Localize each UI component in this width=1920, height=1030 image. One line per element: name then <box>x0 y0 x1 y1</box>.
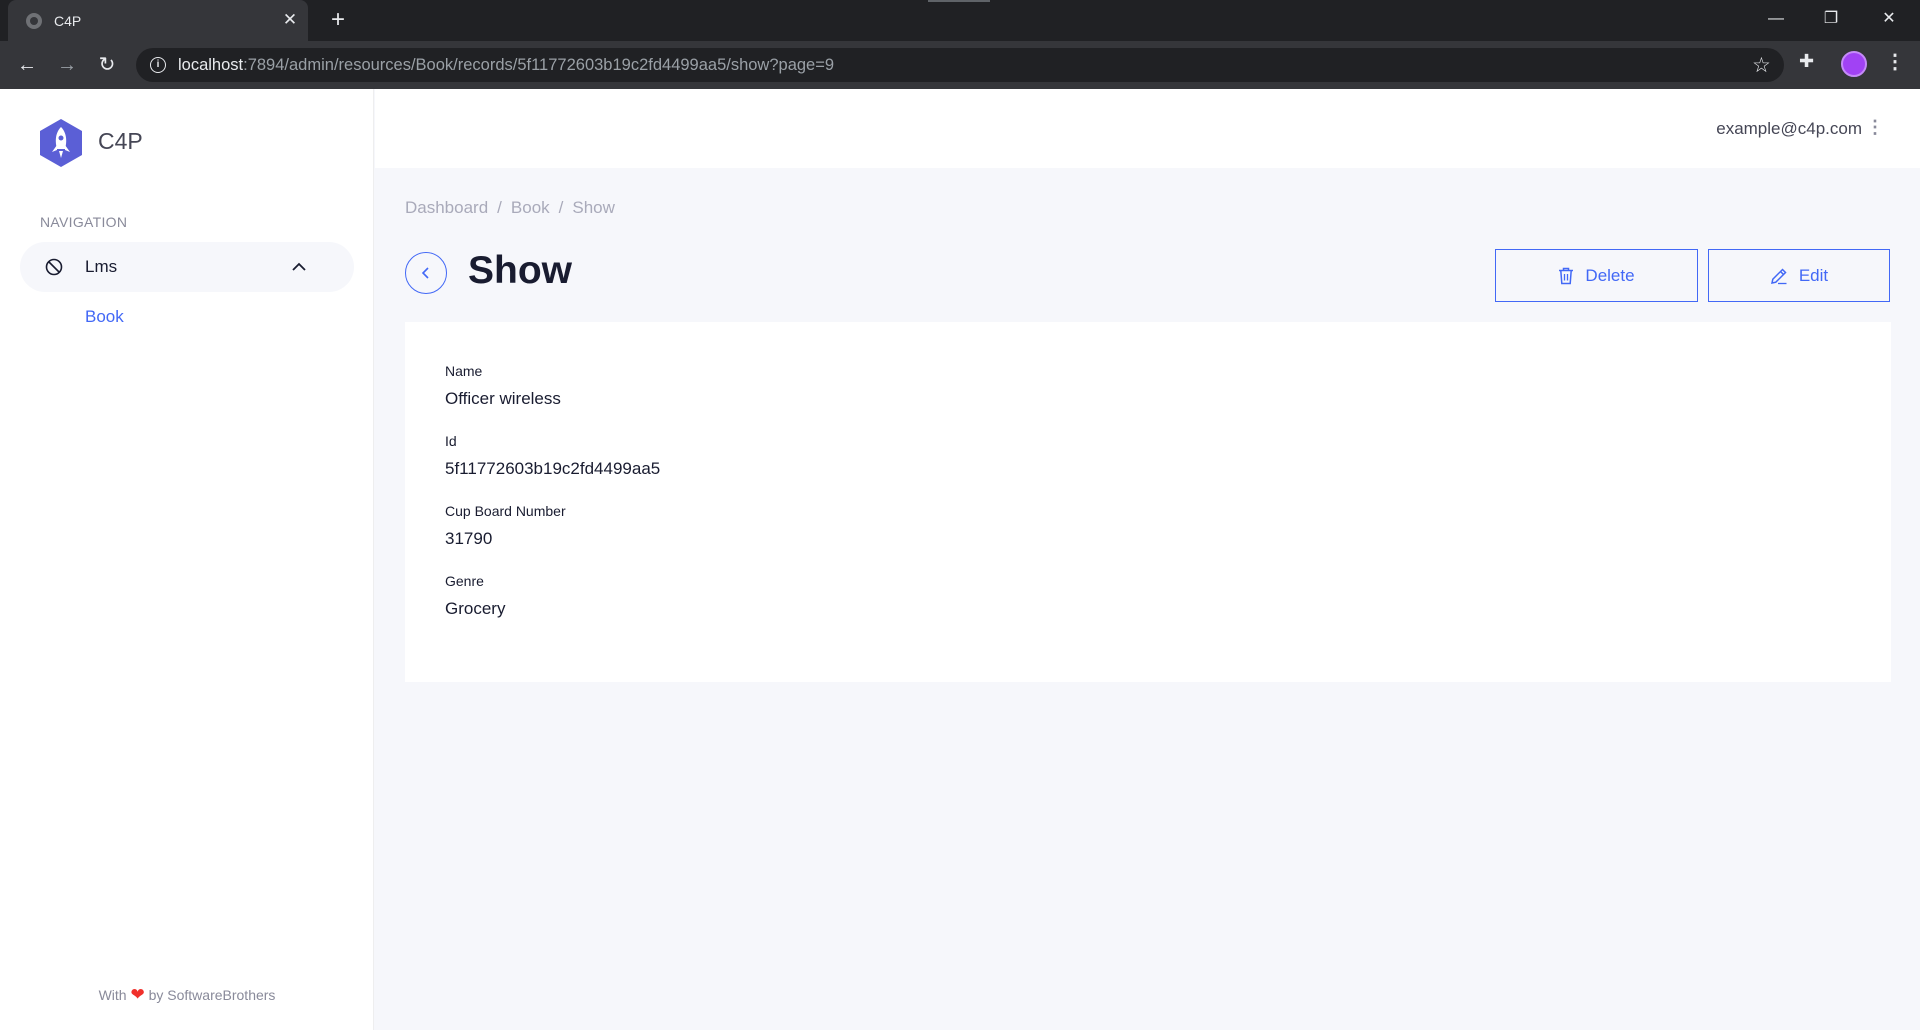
back-arrow-icon[interactable]: ← <box>13 51 41 79</box>
url-text[interactable]: localhost:7894/admin/resources/Book/reco… <box>178 56 834 75</box>
forward-arrow-icon[interactable]: → <box>53 51 81 79</box>
pencil-icon <box>1770 267 1787 284</box>
page-title: Show <box>468 249 572 292</box>
prohibited-icon <box>45 258 63 276</box>
reload-icon[interactable]: ↻ <box>93 51 121 79</box>
close-window-icon[interactable]: ✕ <box>1866 0 1912 41</box>
globe-icon <box>26 13 42 29</box>
field-label: Id <box>445 433 457 449</box>
field-genre: Genre Grocery <box>445 573 505 619</box>
site-info-icon[interactable]: i <box>150 57 166 73</box>
field-label: Name <box>445 363 483 379</box>
profile-avatar[interactable] <box>1841 51 1867 77</box>
breadcrumb-dashboard[interactable]: Dashboard <box>405 198 488 217</box>
breadcrumb-book[interactable]: Book <box>511 198 550 217</box>
rocket-logo-icon <box>40 119 82 167</box>
field-id: Id 5f11772603b19c2fd4499aa5 <box>445 433 660 479</box>
breadcrumb-show: Show <box>572 198 615 217</box>
breadcrumb: Dashboard / Book / Show <box>405 198 615 217</box>
heart-icon: ❤ <box>130 985 145 1004</box>
close-tab-icon[interactable]: ✕ <box>280 10 300 30</box>
window-drag-indicator <box>928 0 990 2</box>
navigation-heading: NAVIGATION <box>40 214 128 230</box>
minimize-icon[interactable]: — <box>1753 0 1799 41</box>
sidebar-item-book[interactable]: Book <box>85 307 124 327</box>
back-button[interactable] <box>405 252 447 294</box>
url-path: :7894/admin/resources/Book/records/5f117… <box>243 56 835 74</box>
trash-icon <box>1559 267 1574 284</box>
browser-menu-icon[interactable]: ⋮ <box>1885 49 1905 74</box>
field-value: Officer wireless <box>445 389 561 408</box>
footer-suffix[interactable]: by SoftwareBrothers <box>149 987 276 1003</box>
sidebar: C4P NAVIGATION Lms Book With ❤ by Softwa… <box>0 89 374 1030</box>
new-tab-icon[interactable]: + <box>326 8 350 32</box>
field-name: Name Officer wireless <box>445 363 561 409</box>
footer-prefix: With <box>98 987 127 1003</box>
field-value: 31790 <box>445 529 493 548</box>
extensions-puzzle-icon[interactable]: ✚ <box>1799 51 1814 72</box>
brand-name: C4P <box>98 128 143 154</box>
user-email[interactable]: example@c4p.com <box>1716 119 1862 139</box>
top-bar: example@c4p.com ⋮ <box>375 89 1920 168</box>
browser-toolbar: ← → ↻ i localhost:7894/admin/resources/B… <box>0 41 1920 89</box>
sidebar-group-lms[interactable]: Lms <box>20 242 354 292</box>
field-label: Genre <box>445 573 484 589</box>
field-label: Cup Board Number <box>445 503 566 519</box>
footer-credits: With ❤ by SoftwareBrothers <box>0 985 374 1005</box>
chevron-left-icon <box>421 267 429 279</box>
field-cup-board-number: Cup Board Number 31790 <box>445 503 566 549</box>
url-host: localhost <box>178 56 244 74</box>
field-value: Grocery <box>445 599 506 618</box>
chevron-up-icon[interactable] <box>290 258 308 276</box>
browser-tab[interactable]: C4P ✕ <box>8 0 308 41</box>
tab-title: C4P <box>54 13 82 29</box>
edit-button-label: Edit <box>1798 265 1829 285</box>
sidebar-group-label: Lms <box>85 257 118 276</box>
restore-icon[interactable]: ❐ <box>1808 0 1854 41</box>
delete-button-label: Delete <box>1585 265 1635 285</box>
bookmark-star-icon[interactable]: ☆ <box>1752 53 1771 78</box>
browser-tab-strip: C4P ✕ + — ❐ ✕ <box>0 0 1920 41</box>
field-value: 5f11772603b19c2fd4499aa5 <box>445 459 661 478</box>
address-bar[interactable]: i localhost:7894/admin/resources/Book/re… <box>136 48 1784 82</box>
record-details-card: Name Officer wireless Id 5f11772603b19c2… <box>405 322 1891 682</box>
user-menu-icon[interactable]: ⋮ <box>1866 117 1884 138</box>
edit-button[interactable]: Edit <box>1708 249 1890 302</box>
delete-button[interactable]: Delete <box>1495 249 1698 302</box>
